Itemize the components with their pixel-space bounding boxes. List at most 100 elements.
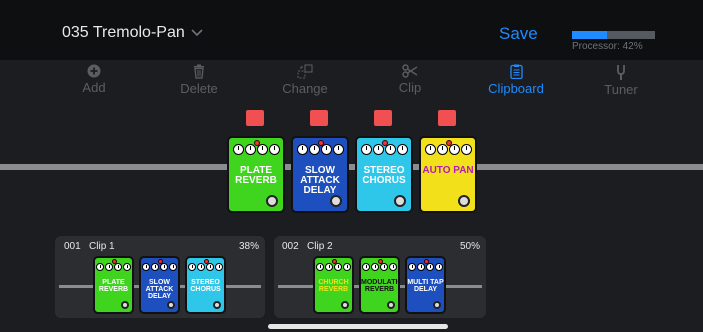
add-label: Add xyxy=(82,80,106,95)
knob[interactable] xyxy=(362,263,370,271)
pedal-toggle-3[interactable] xyxy=(374,110,392,126)
change-button[interactable]: Change xyxy=(270,64,340,96)
knob[interactable] xyxy=(436,144,448,155)
pedal-modulation-reverb[interactable]: MODULATIONREVERB xyxy=(359,256,400,314)
plus-circle-icon xyxy=(87,64,101,78)
knob[interactable] xyxy=(334,263,342,271)
knob[interactable] xyxy=(215,263,223,271)
knob[interactable] xyxy=(380,263,388,271)
knob[interactable] xyxy=(256,144,268,155)
clip-title: 002 Clip 2 xyxy=(282,241,333,252)
knob[interactable] xyxy=(332,144,344,155)
knob[interactable] xyxy=(372,144,384,155)
pedal-label-line1: SLOW ATTACK xyxy=(300,165,340,186)
pedal-stereo-chorus[interactable]: STEREO CHORUS xyxy=(355,136,413,213)
pedal-label-line2: REVERB xyxy=(318,286,349,293)
pedal-auto-pan[interactable]: AUTO PAN xyxy=(419,136,477,213)
knob[interactable] xyxy=(296,144,308,155)
footswitch[interactable] xyxy=(387,301,395,309)
pedal-toggle-1[interactable] xyxy=(246,110,264,126)
knob[interactable] xyxy=(244,144,256,155)
pedal-plate-reverb[interactable]: PLATE REVERB xyxy=(93,256,134,314)
knob[interactable] xyxy=(96,263,104,271)
pedal-church-reverb[interactable]: CHURCH REVERB xyxy=(313,256,354,314)
tuning-fork-icon xyxy=(617,65,625,80)
knob[interactable] xyxy=(460,144,472,155)
pedal-slow-attack-delay[interactable]: SLOW ATTACK DELAY xyxy=(139,256,180,314)
footswitch[interactable] xyxy=(213,301,221,309)
pedal-knobs xyxy=(141,263,178,271)
knob[interactable] xyxy=(343,263,351,271)
pedal-label: STEREO CHORUS xyxy=(357,166,411,186)
footswitch[interactable] xyxy=(121,301,129,309)
pedal-label-line2: CHORUS xyxy=(190,286,221,293)
footswitch[interactable] xyxy=(433,301,441,309)
knob[interactable] xyxy=(197,263,205,271)
processor-meter xyxy=(572,31,655,39)
pedal-knobs xyxy=(315,263,352,271)
pedal-toggle-2[interactable] xyxy=(310,110,328,126)
footswitch[interactable] xyxy=(341,301,349,309)
clipboard-button[interactable]: Clipboard xyxy=(481,64,551,96)
footswitch[interactable] xyxy=(266,195,278,207)
knob[interactable] xyxy=(206,263,214,271)
save-button[interactable]: Save xyxy=(499,24,538,44)
knob[interactable] xyxy=(232,144,244,155)
pedal-label-line2: REVERB xyxy=(364,286,395,293)
knob[interactable] xyxy=(316,263,324,271)
knob[interactable] xyxy=(114,263,122,271)
footswitch[interactable] xyxy=(167,301,175,309)
knob[interactable] xyxy=(325,263,333,271)
knob[interactable] xyxy=(268,144,280,155)
clip-percent: 50% xyxy=(459,241,480,252)
add-button[interactable]: Add xyxy=(59,64,129,95)
delete-button[interactable]: Delete xyxy=(164,64,234,96)
pedal-label-line1: PLATE xyxy=(102,279,125,286)
knob[interactable] xyxy=(151,263,159,271)
knob[interactable] xyxy=(169,263,177,271)
pedal-plate-reverb[interactable]: PLATE REVERB xyxy=(227,136,285,213)
knob[interactable] xyxy=(160,263,168,271)
tuner-label: Tuner xyxy=(604,82,638,97)
tuner-button[interactable]: Tuner xyxy=(586,64,656,97)
knob[interactable] xyxy=(123,263,131,271)
processor-meter-fill xyxy=(572,31,607,39)
clipboard-icon xyxy=(509,64,523,79)
knob[interactable] xyxy=(424,144,436,155)
footswitch[interactable] xyxy=(330,195,342,207)
knob[interactable] xyxy=(308,144,320,155)
knob[interactable] xyxy=(408,263,416,271)
pedal-slow-attack-delay[interactable]: SLOW ATTACK DELAY xyxy=(291,136,349,213)
clipboard-label: Clipboard xyxy=(488,81,544,96)
knob[interactable] xyxy=(360,144,372,155)
knob[interactable] xyxy=(448,144,460,155)
knob[interactable] xyxy=(417,263,425,271)
knob[interactable] xyxy=(188,263,196,271)
top-bar: 035 Tremolo-Pan Save Processor: 42% xyxy=(0,0,703,60)
pedal-label-line2: DELAY xyxy=(147,293,172,300)
signal-chain-cable xyxy=(0,164,703,170)
knob[interactable] xyxy=(320,144,332,155)
pedal-multi-tap-delay[interactable]: MULTI TAP DELAY xyxy=(405,256,446,314)
change-icon xyxy=(297,64,313,79)
knob[interactable] xyxy=(142,263,150,271)
pedal-label-line2: REVERB xyxy=(98,286,129,293)
knob[interactable] xyxy=(426,263,434,271)
knob[interactable] xyxy=(371,263,379,271)
knob[interactable] xyxy=(435,263,443,271)
pedal-stereo-chorus[interactable]: STEREO CHORUS xyxy=(185,256,226,314)
knob[interactable] xyxy=(389,263,397,271)
pedal-label-line1: STEREO xyxy=(191,279,220,286)
footswitch[interactable] xyxy=(394,195,406,207)
pedal-toggle-4[interactable] xyxy=(438,110,456,126)
clip-name: Clip 1 xyxy=(89,241,115,252)
preset-name[interactable]: 035 Tremolo-Pan xyxy=(62,24,185,42)
chevron-down-icon[interactable] xyxy=(190,26,204,38)
clip-button[interactable]: Clip xyxy=(375,64,445,95)
footswitch[interactable] xyxy=(458,195,470,207)
knob[interactable] xyxy=(105,263,113,271)
pedal-label: PLATE REVERB xyxy=(95,279,132,293)
knob[interactable] xyxy=(396,144,408,155)
knob[interactable] xyxy=(384,144,396,155)
clip-number: 002 xyxy=(282,241,299,252)
